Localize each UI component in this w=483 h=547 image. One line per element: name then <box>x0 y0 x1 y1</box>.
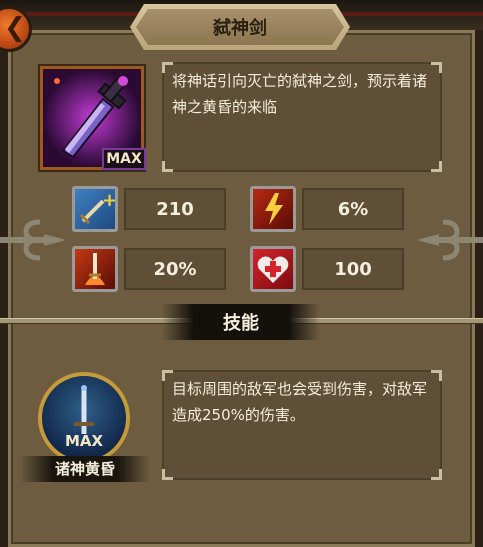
health-stat-value: 100 <box>302 248 404 290</box>
lightning-fire-icon <box>250 186 296 232</box>
left-hook-decoration <box>0 219 66 261</box>
skill-description: 目标周围的敌军也会受到伤害，对敌军造成250%的伤害。 <box>172 380 428 424</box>
attack-stat-value: 210 <box>124 188 226 230</box>
weapon-description-box: 将神话引向灭亡的弑神之剑，预示着诸神之黄昏的来临 <box>162 62 442 172</box>
skill-level-badge: MAX <box>64 432 104 450</box>
back-arrow-icon: ❮ <box>4 13 26 43</box>
skills-section-header: 技能 <box>162 304 320 340</box>
skill-description-box: 目标周围的敌军也会受到伤害，对敌军造成250%的伤害。 <box>162 370 442 480</box>
item-title: 弑神剑 <box>213 18 267 39</box>
weapon-description: 将神话引向灭亡的弑神之剑，预示着诸神之黄昏的来临 <box>172 72 428 116</box>
svg-text:+: + <box>102 190 115 211</box>
weapon-level-badge: MAX <box>102 148 146 170</box>
flaming-sword-icon <box>72 246 118 292</box>
fire-stat-value: 20% <box>124 248 226 290</box>
health-heart-icon <box>250 246 296 292</box>
sword-upgrade-icon: + <box>72 186 118 232</box>
skill-name: 诸神黄昏 <box>20 456 150 482</box>
right-hook-decoration <box>417 219 483 261</box>
crit-stat-value: 6% <box>302 188 404 230</box>
